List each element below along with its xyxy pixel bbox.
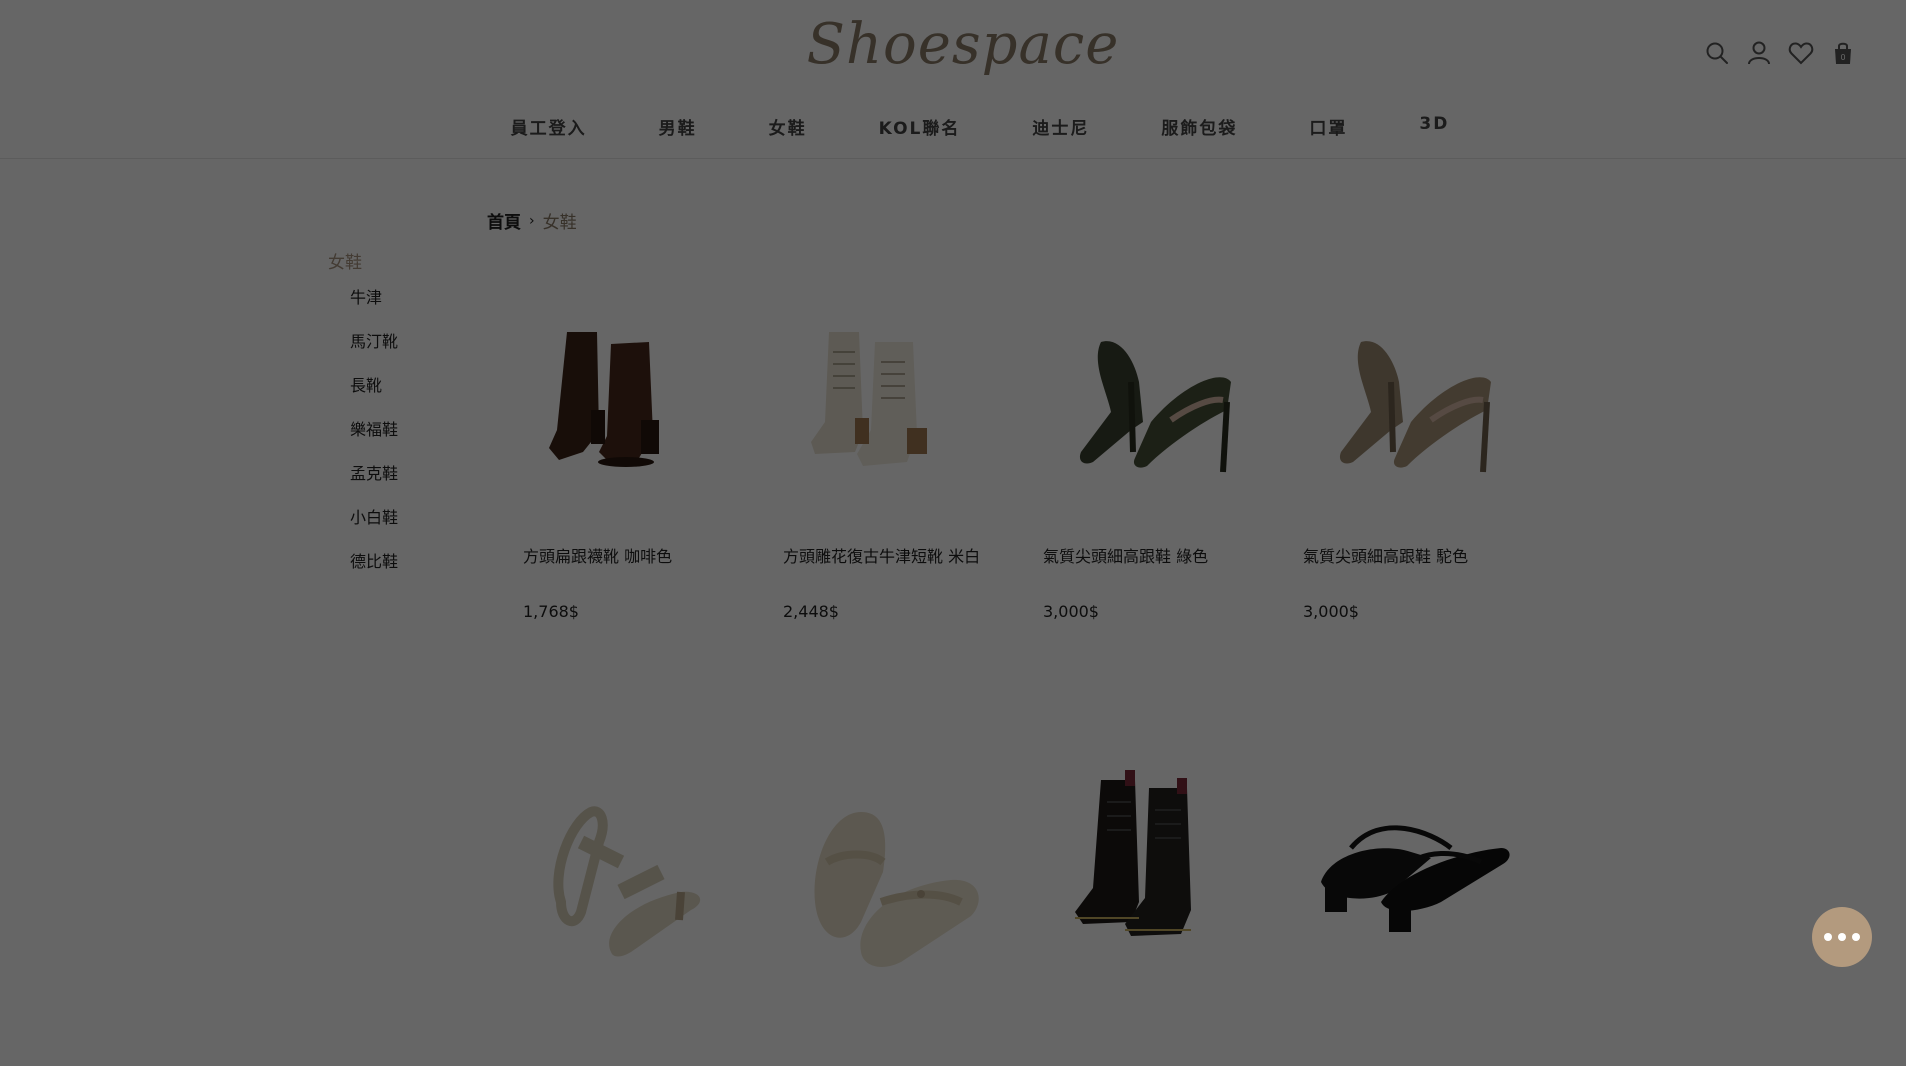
heart-icon[interactable] bbox=[1788, 40, 1814, 66]
breadcrumb-separator: › bbox=[529, 212, 535, 229]
breadcrumb-home[interactable]: 首頁 bbox=[487, 208, 521, 233]
product-image-cream-oxford-boot[interactable] bbox=[771, 302, 1011, 542]
nav-item-men[interactable]: 男鞋 bbox=[659, 114, 697, 139]
product-image-combat-boot[interactable] bbox=[1031, 752, 1271, 992]
sidebar-item-martin-boots[interactable]: 馬汀靴 bbox=[350, 331, 398, 375]
sidebar-item-white-sneakers[interactable]: 小白鞋 bbox=[350, 507, 398, 551]
product-price: 2,448$ bbox=[783, 602, 839, 621]
chat-dot bbox=[1852, 933, 1860, 941]
product-grid: 方頭扁跟襪靴 咖啡色 1,768$ 方頭雕花復古牛津短靴 米白 2,448$ 氣… bbox=[507, 302, 1547, 992]
nav-item-women[interactable]: 女鞋 bbox=[769, 114, 807, 139]
chat-dot bbox=[1824, 933, 1832, 941]
cart-icon[interactable]: 0 bbox=[1830, 40, 1856, 66]
category-sidebar: 女鞋 牛津 馬汀靴 長靴 樂福鞋 孟克鞋 小白鞋 德比鞋 bbox=[328, 248, 398, 595]
product-price: 3,000$ bbox=[1043, 602, 1099, 621]
chat-bubble-icon[interactable] bbox=[1812, 907, 1872, 967]
product-image-green-pump[interactable] bbox=[1031, 302, 1271, 542]
product-name[interactable]: 氣質尖頭細高跟鞋 綠色 bbox=[1043, 542, 1287, 602]
product-price: 1,768$ bbox=[523, 602, 579, 621]
search-icon[interactable] bbox=[1704, 40, 1730, 66]
sidebar-item-oxford[interactable]: 牛津 bbox=[350, 287, 398, 331]
chat-dot bbox=[1838, 933, 1846, 941]
sidebar-item-derby[interactable]: 德比鞋 bbox=[350, 551, 398, 595]
sidebar-title[interactable]: 女鞋 bbox=[328, 248, 398, 273]
product-card[interactable]: 方頭扁跟襪靴 咖啡色 1,768$ bbox=[507, 302, 767, 752]
product-name[interactable]: 方頭扁跟襪靴 咖啡色 bbox=[523, 542, 767, 602]
nav-item-kol[interactable]: KOL聯名 bbox=[879, 114, 961, 139]
product-card[interactable] bbox=[507, 752, 767, 992]
product-card[interactable]: 氣質尖頭細高跟鞋 駝色 3,000$ bbox=[1287, 302, 1547, 752]
product-name[interactable]: 方頭雕花復古牛津短靴 米白 bbox=[783, 542, 1027, 602]
header-icons: 0 bbox=[1704, 40, 1856, 66]
breadcrumb: 首頁 › 女鞋 bbox=[487, 208, 577, 234]
product-card[interactable] bbox=[1027, 752, 1287, 992]
product-card[interactable] bbox=[1287, 752, 1547, 992]
product-card[interactable] bbox=[767, 752, 1027, 992]
site-header: Shoespace 0 員工登入 男鞋 女鞋 KOL聯名 迪士尼 服飾包袋 口罩… bbox=[0, 0, 1906, 159]
site-logo[interactable]: Shoespace bbox=[0, 12, 1906, 77]
nav-item-apparel-bags[interactable]: 服飾包袋 bbox=[1161, 114, 1237, 139]
sidebar-item-monk-shoes[interactable]: 孟克鞋 bbox=[350, 463, 398, 507]
product-image-brown-ankle-boot[interactable] bbox=[511, 302, 751, 542]
sidebar-item-long-boots[interactable]: 長靴 bbox=[350, 375, 398, 419]
product-card[interactable]: 方頭雕花復古牛津短靴 米白 2,448$ bbox=[767, 302, 1027, 752]
nav-item-3d[interactable]: 3D bbox=[1419, 114, 1449, 139]
main-nav: 員工登入 男鞋 女鞋 KOL聯名 迪士尼 服飾包袋 口罩 3D bbox=[0, 114, 1906, 139]
nav-item-disney[interactable]: 迪士尼 bbox=[1032, 114, 1089, 139]
nav-item-masks[interactable]: 口罩 bbox=[1309, 114, 1347, 139]
nav-item-staff-login[interactable]: 員工登入 bbox=[511, 114, 587, 139]
breadcrumb-current: 女鞋 bbox=[542, 213, 577, 233]
product-image-camel-pump[interactable] bbox=[1291, 302, 1531, 542]
product-card[interactable]: 氣質尖頭細高跟鞋 綠色 3,000$ bbox=[1027, 302, 1287, 752]
user-icon[interactable] bbox=[1746, 40, 1772, 66]
product-image-slingback-mule[interactable] bbox=[1291, 752, 1531, 992]
svg-text:0: 0 bbox=[1840, 53, 1845, 62]
product-image-mary-jane-flat[interactable] bbox=[771, 752, 1011, 992]
sidebar-item-loafers[interactable]: 樂福鞋 bbox=[350, 419, 398, 463]
product-image-cream-sandal[interactable] bbox=[511, 752, 751, 992]
product-price: 3,000$ bbox=[1303, 602, 1359, 621]
product-name[interactable]: 氣質尖頭細高跟鞋 駝色 bbox=[1303, 542, 1547, 602]
